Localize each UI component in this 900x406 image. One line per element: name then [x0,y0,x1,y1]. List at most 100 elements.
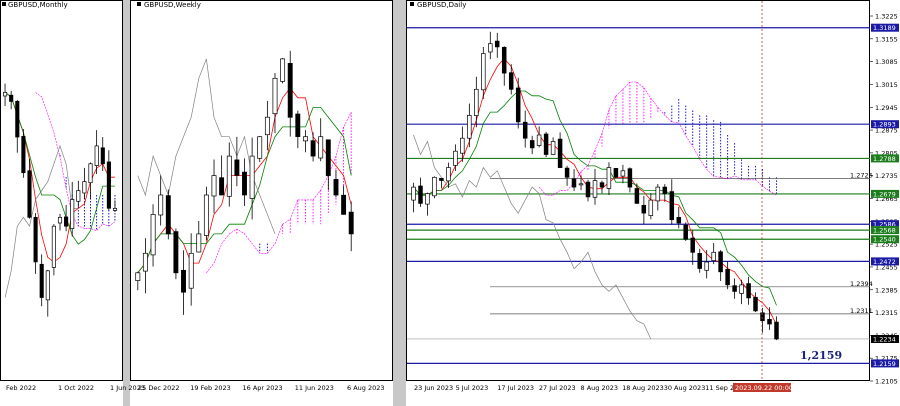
weekly-x-axis: 25 Dec 2022 19 Feb 2023 16 Apr 2023 11 Jun … [138,384,385,392]
d-candle-body [732,285,737,292]
w-candle-body [310,140,316,157]
m-x-tick-label: Feb 2022 [6,384,36,392]
w-candle-body [203,194,209,236]
daily-level-label: 1.2679 [873,190,896,198]
monthly-x-axis: Feb 2022 1 Oct 2022 1 Jun 2023 [6,384,145,392]
w-candle-body [242,171,247,196]
w-candle-body [142,252,148,272]
m-candle-body [106,161,111,209]
m-candle-body [3,92,8,97]
d-candle-body [767,319,772,325]
daily-y-tick-label: 1.2735 [875,172,898,180]
d-candle-body [753,296,758,312]
daily-y-tick-label: 1.3225 [875,13,898,21]
weekly-panel-frame [130,0,393,381]
w-x-tick-label: 6 Aug 2023 [347,384,385,392]
d-candle-body [718,251,723,273]
d-candle-body [474,88,479,116]
w-candle-body [257,136,263,159]
daily-level-label: 1.2788 [873,155,896,163]
w-candle-body [325,139,331,176]
d-candle-body [613,168,619,178]
d-candle-body [425,193,430,205]
m-candle-body [100,147,105,165]
m-candle-body [15,100,20,138]
d-x-tick-label: 2023.09.22 00:00 [735,384,793,392]
w-x-tick-label: 16 Apr 2023 [243,384,283,392]
d-candle-body [571,178,577,188]
m-candle-body [33,216,38,263]
daily-level-label: 1.2394 [850,280,873,288]
d-x-tick-label: 30 Aug 2023 [664,384,706,392]
d-x-tick-label: 8 Aug 2023 [581,384,619,392]
d-candle-body [634,188,640,204]
daily-target-annotation: 1,2159 [800,349,842,362]
chart-canvas: GBPUSD,Monthly Feb 2022 1 Oct 2022 1 Jun 2… [0,0,899,406]
w-x-tick-label: 19 Feb 2023 [190,384,230,392]
daily-y-tick-label: 1.3085 [875,58,898,66]
d-candle-body [627,168,633,188]
d-candle-body [592,180,598,198]
daily-y-tick-label: 1.3015 [875,81,898,89]
weekly-title: GBPUSD,Weekly [137,1,201,9]
w-candle-body [211,175,217,197]
d-candle-body [711,251,716,261]
w-candle-body [226,155,232,197]
monthly-title: GBPUSD,Monthly [2,1,68,9]
d-candle-body [655,186,661,202]
m-candle-body [9,94,14,102]
d-candle-body [522,121,528,139]
daily-y-tick-label: 1.2945 [875,104,898,112]
d-candle-body [550,141,556,155]
d-candle-body [536,134,542,146]
w-candle-body [341,194,347,215]
d-candle-body [599,182,605,188]
d-candle-body [460,137,465,154]
daily-x-axis: 23 Jun 2023 5 Jul 2023 17 Jul 2023 27 Jul 2… [414,383,793,392]
daily-level-label: 1.3189 [873,24,896,32]
monthly-title-text: GBPUSD,Monthly [8,1,68,9]
d-candle-body [494,40,500,48]
d-x-tick-label: 27 Jul 2023 [539,384,576,392]
daily-y-tick-label: 1.3155 [875,35,898,43]
d-candle-body [411,186,416,201]
m-candle-body [45,270,50,301]
d-candle-body [564,167,570,178]
d-candle-body [557,138,563,168]
d-candle-body [446,167,451,182]
d-candle-body [725,269,730,286]
d-candle-body [488,43,493,53]
d-x-tick-label: 17 Jul 2023 [497,384,534,392]
w-candle-body [318,136,324,159]
d-candle-body [453,150,458,166]
d-candle-body [467,115,472,139]
d-candle-body [418,185,423,204]
w-candle-body [287,63,293,118]
w-candle-body [280,58,286,82]
d-candle-body [578,183,584,186]
daily-level-label: 1.2893 [873,121,896,129]
d-candle-body [508,72,514,90]
daily-level-label: 1.2311 [850,307,873,315]
w-candle-body [150,214,156,256]
d-candle-body [529,140,535,149]
m-candle-body [64,216,69,227]
d-candle-body [676,217,682,224]
daily-title-text: GBPUSD,Daily [417,1,466,9]
w-candle-body [272,77,278,115]
d-candle-body [704,261,709,271]
d-candle-body [481,53,486,91]
m-candle-body [51,225,56,268]
m-candle-body [27,170,32,218]
d-candle-body [760,312,765,322]
m-candle-body [112,208,118,211]
w-candle-body [234,159,240,176]
w-candle-body [249,155,255,199]
d-candle-body [641,204,647,214]
d-x-tick-label: 23 Jun 2023 [414,384,453,392]
d-candle-body [683,224,688,240]
w-candle-body [295,113,301,137]
m-candle-body [76,190,81,202]
daily-level-label: 1.2726 [850,172,873,180]
m-candle-body [39,263,44,298]
